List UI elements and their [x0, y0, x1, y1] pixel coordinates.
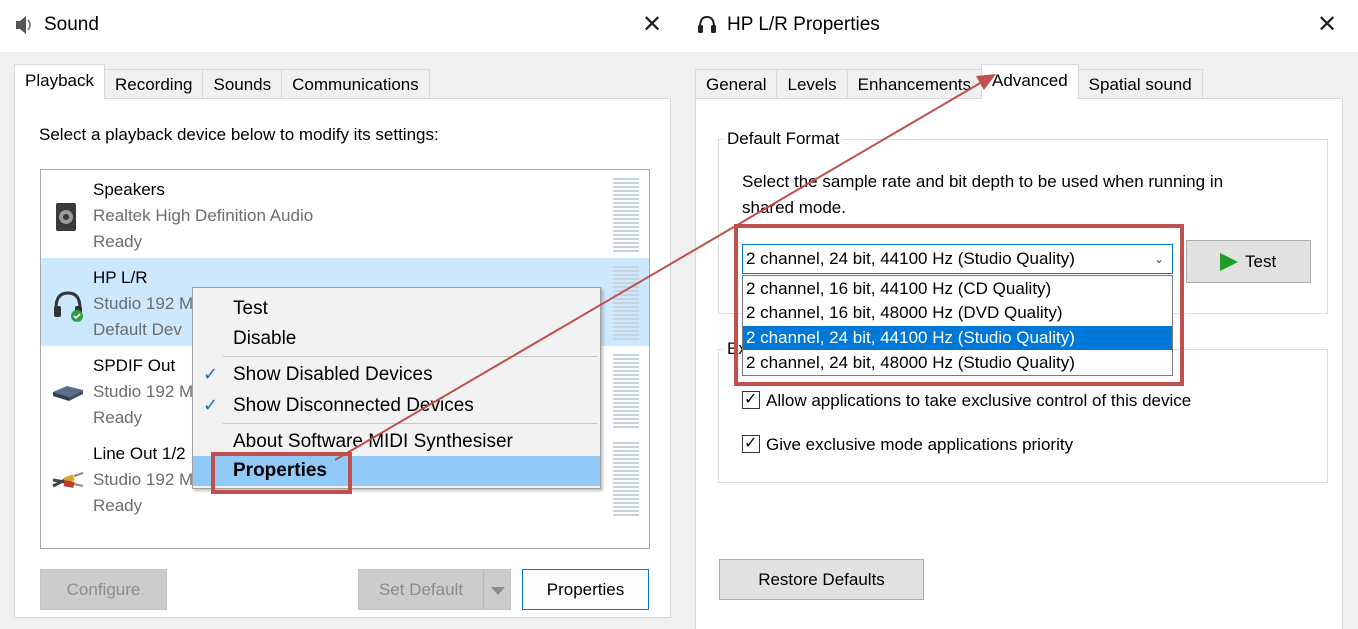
properties-tab-strip: General Levels Enhancements Advanced Spa…: [695, 64, 1203, 99]
format-option[interactable]: 2 channel, 24 bit, 48000 Hz (Studio Qual…: [743, 351, 1172, 375]
tab-enhancements[interactable]: Enhancements: [846, 69, 983, 99]
menu-separator: [223, 356, 597, 357]
device-name: HP L/R: [93, 268, 148, 287]
format-select-value: 2 channel, 24 bit, 44100 Hz (Studio Qual…: [746, 249, 1075, 268]
tab-sounds[interactable]: Sounds: [202, 69, 283, 99]
device-description: Studio 192 M: [93, 294, 194, 313]
checkmark-icon: ✓: [744, 433, 758, 452]
tab-playback[interactable]: Playback: [14, 64, 105, 99]
rca-cable-icon: [52, 472, 84, 488]
menu-item-show-disabled[interactable]: ✓ Show Disabled Devices: [193, 360, 600, 390]
device-description: Realtek High Definition Audio: [93, 206, 314, 225]
tab-levels[interactable]: Levels: [776, 69, 848, 99]
close-button[interactable]: ✕: [639, 10, 665, 38]
checkbox[interactable]: ✓: [742, 389, 760, 409]
format-option-selected[interactable]: 2 channel, 24 bit, 44100 Hz (Studio Qual…: [743, 326, 1172, 350]
set-default-dropdown-button[interactable]: [483, 569, 511, 610]
device-name: Speakers: [93, 180, 165, 199]
speaker-icon: [16, 16, 31, 34]
speaker-icon: [56, 203, 76, 231]
format-option[interactable]: 2 channel, 16 bit, 44100 Hz (CD Quality): [743, 277, 1172, 301]
device-status: Default Dev: [93, 320, 182, 339]
sound-tab-strip: Playback Recording Sounds Communications: [14, 64, 430, 99]
configure-button[interactable]: Configure: [40, 569, 167, 610]
tab-communications[interactable]: Communications: [281, 69, 430, 99]
menu-item-show-disconnected[interactable]: ✓ Show Disconnected Devices: [193, 391, 600, 421]
properties-titlebar[interactable]: HP L/R Properties ✕: [683, 0, 1358, 52]
device-status: Ready: [93, 408, 143, 427]
tab-general[interactable]: General: [695, 69, 778, 99]
menu-item-about-midi[interactable]: About Software MIDI Synthesiser: [193, 427, 600, 457]
level-meter: [613, 266, 639, 340]
menu-separator: [223, 423, 597, 424]
default-format-label: Default Format: [724, 129, 843, 149]
device-description: Studio 192 M: [93, 470, 194, 489]
format-select[interactable]: 2 channel, 24 bit, 44100 Hz (Studio Qual…: [742, 244, 1173, 274]
device-status: Ready: [93, 232, 143, 251]
exclusive-priority-checkbox[interactable]: ✓ Give exclusive mode applications priori…: [742, 433, 1074, 455]
device-name: Line Out 1/2: [93, 444, 186, 463]
menu-item-properties[interactable]: Properties: [193, 456, 600, 486]
device-item-speakers[interactable]: Speakers Realtek High Definition Audio R…: [41, 170, 649, 258]
format-dropdown-list: 2 channel, 16 bit, 44100 Hz (CD Quality)…: [742, 275, 1173, 376]
close-button[interactable]: ✕: [1314, 10, 1340, 38]
default-format-description: Select the sample rate and bit depth to …: [742, 169, 1223, 221]
headphones-icon: [54, 291, 83, 322]
level-meter: [613, 354, 639, 428]
menu-item-test[interactable]: Test: [193, 294, 600, 324]
tab-recording[interactable]: Recording: [103, 69, 204, 99]
playback-instruction: Select a playback device below to modify…: [39, 125, 439, 144]
menu-item-label: Show Disabled Devices: [233, 364, 433, 385]
device-name: SPDIF Out: [93, 356, 176, 375]
restore-defaults-button[interactable]: Restore Defaults: [719, 559, 924, 600]
test-button-label: Test: [1245, 252, 1277, 271]
checkbox-label: Give exclusive mode applications priorit…: [766, 435, 1074, 454]
context-menu: Test Disable ✓ Show Disabled Devices ✓ S…: [192, 287, 601, 489]
properties-button[interactable]: Properties: [522, 569, 649, 610]
test-button[interactable]: Test: [1186, 240, 1311, 283]
sound-titlebar[interactable]: Sound ✕: [0, 0, 683, 52]
level-meter: [613, 178, 639, 252]
play-icon: [1220, 253, 1238, 271]
menu-item-disable[interactable]: Disable: [193, 324, 600, 354]
checkbox-label: Allow applications to take exclusive con…: [766, 391, 1192, 410]
tab-spatial-sound[interactable]: Spatial sound: [1077, 69, 1203, 99]
sound-window: Sound ✕ Playback Recording Sounds Commun…: [0, 0, 683, 629]
properties-window-title: HP L/R Properties: [727, 14, 880, 35]
set-default-button[interactable]: Set Default: [358, 569, 484, 610]
device-status: Ready: [93, 496, 143, 515]
allow-exclusive-checkbox[interactable]: ✓ Allow applications to take exclusive co…: [742, 389, 1192, 411]
sound-window-title: Sound: [44, 14, 99, 35]
description-line: Select the sample rate and bit depth to …: [742, 172, 1224, 191]
spdif-icon: [53, 386, 83, 401]
checkmark-icon: ✓: [203, 395, 219, 416]
tab-advanced[interactable]: Advanced: [981, 64, 1079, 99]
device-description: Studio 192 M: [93, 382, 194, 401]
chevron-down-icon: ⌄: [1153, 252, 1164, 266]
description-line: shared mode.: [742, 198, 846, 217]
level-meter: [613, 442, 639, 516]
checkmark-icon: ✓: [744, 389, 758, 408]
format-option[interactable]: 2 channel, 16 bit, 48000 Hz (DVD Quality…: [743, 301, 1172, 325]
headphones-icon: [698, 15, 716, 33]
checkbox[interactable]: ✓: [742, 433, 760, 453]
menu-item-label: Show Disconnected Devices: [233, 395, 474, 416]
checkmark-icon: ✓: [203, 364, 219, 385]
chevron-down-icon: [491, 587, 505, 595]
